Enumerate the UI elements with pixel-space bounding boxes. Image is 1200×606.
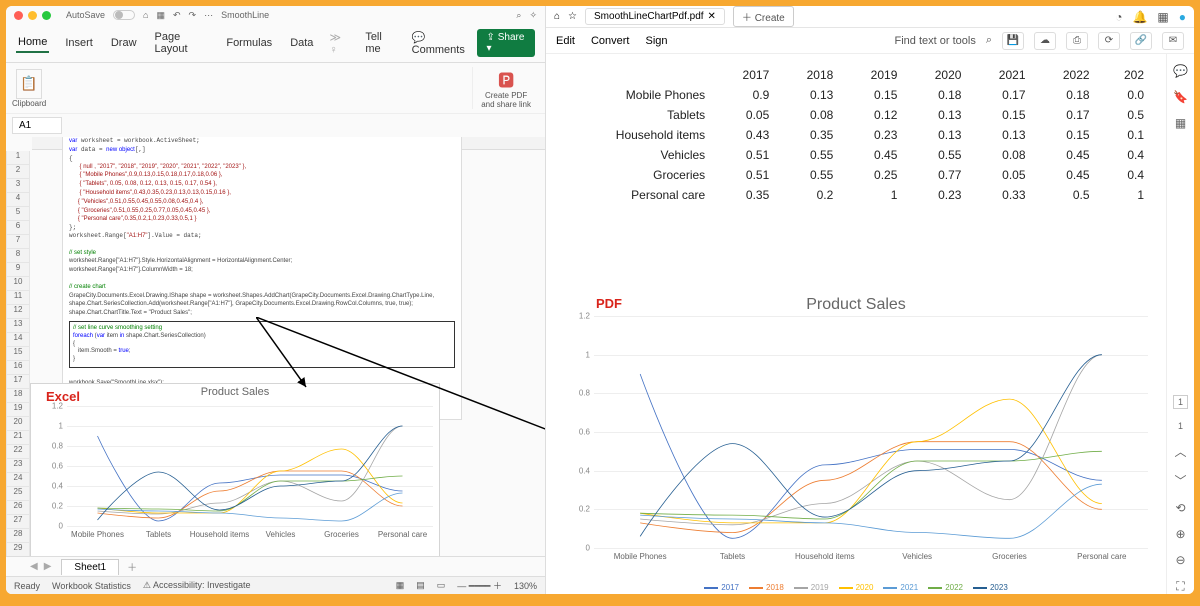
redo-icon[interactable]: ↷ — [189, 10, 197, 21]
view-page-layout-icon[interactable]: ▤ — [416, 580, 425, 591]
view-normal-icon[interactable]: ▦ — [396, 580, 405, 591]
undo-icon[interactable]: ↶ — [173, 10, 181, 21]
excel-badge: Excel — [46, 389, 80, 404]
excel-window: AutoSave ⌂ ▦ ↶ ↷ ⋯ SmoothLine ⌕ ✧ Home I… — [6, 6, 546, 594]
autosave-toggle[interactable] — [113, 10, 135, 20]
share-button[interactable]: ⇪ Share ▾ — [477, 29, 535, 57]
clipboard-label: Clipboard — [12, 99, 46, 108]
account-icon[interactable]: ◔ — [1115, 10, 1122, 24]
pdf-home-icon[interactable]: ⌂ — [554, 11, 560, 22]
pdf-page: 201720182019202020212022202 Mobile Phone… — [546, 54, 1166, 594]
menu-sign[interactable]: Sign — [646, 35, 668, 47]
comments-button[interactable]: 💬 Comments — [412, 31, 471, 56]
worksheet-grid[interactable]: IJ 1234567891011121314151617181920212223… — [6, 137, 545, 556]
sheet-nav-prev[interactable]: ◀ — [30, 561, 38, 572]
page-up-icon[interactable]: ︿ — [1174, 443, 1186, 460]
sheet-tab[interactable]: Sheet1 — [61, 559, 119, 575]
status-accessibility[interactable]: ⚠ Accessibility: Investigate — [143, 580, 251, 591]
fit-icon[interactable]: ⛶ — [1176, 579, 1184, 594]
ribbon-tabs: Home Insert Draw Page Layout Formulas Da… — [6, 24, 545, 63]
autosave-label: AutoSave — [66, 10, 105, 20]
star-icon[interactable]: ☆ — [568, 11, 577, 22]
tab-draw[interactable]: Draw — [109, 34, 139, 52]
close-tab-icon[interactable]: ✕ — [708, 11, 716, 22]
pdf-chart: Product Sales00.20.40.60.811.2Mobile Pho… — [558, 294, 1154, 594]
create-button[interactable]: ＋ Create — [733, 6, 794, 27]
doc-name: SmoothLine — [221, 10, 269, 20]
menu-edit[interactable]: Edit — [556, 35, 575, 47]
print-icon[interactable]: ⎙ — [1066, 32, 1088, 50]
status-stats[interactable]: Workbook Statistics — [52, 581, 131, 591]
attachments-icon[interactable]: ▦ — [1175, 116, 1186, 130]
pdf-viewer: ⌂ ☆ SmoothLineChartPdf.pdf ✕ ＋ Create ◔ … — [546, 6, 1194, 594]
save-icon[interactable]: 💾 — [1002, 32, 1024, 50]
tell-me[interactable]: Tell me — [363, 28, 397, 58]
bell-icon[interactable]: 🔔 — [1132, 10, 1147, 24]
status-ready: Ready — [14, 581, 40, 591]
add-sheet-button[interactable]: ＋ — [119, 557, 145, 576]
minimize-icon[interactable] — [28, 11, 37, 20]
pdf-badge: PDF — [596, 296, 622, 311]
page-down-icon[interactable]: ﹀ — [1174, 472, 1186, 489]
create-pdf-button[interactable]: 🅿 Create PDF and share link — [472, 67, 539, 109]
copilot-icon[interactable]: ✧ — [529, 10, 537, 21]
zoom-in-icon[interactable]: ⊕ — [1175, 527, 1185, 541]
save-icon[interactable]: ⌂ — [143, 10, 148, 20]
home-qat-icon[interactable]: ▦ — [156, 10, 165, 21]
tab-insert[interactable]: Insert — [63, 34, 95, 52]
sheet-nav-next[interactable]: ▶ — [44, 561, 52, 572]
find-label: Find text or tools — [895, 35, 976, 47]
tab-page-layout[interactable]: Page Layout — [153, 28, 211, 58]
maximize-icon[interactable] — [42, 11, 51, 20]
view-page-break-icon[interactable]: ▭ — [437, 580, 446, 591]
zoom-out-icon[interactable]: ⊖ — [1175, 553, 1185, 567]
comment-panel-icon[interactable]: 💬 — [1173, 64, 1188, 78]
search-icon[interactable]: ⌕ — [986, 34, 992, 47]
tab-data[interactable]: Data — [288, 34, 315, 52]
zoom-level[interactable]: 130% — [514, 581, 537, 591]
mac-traffic-lights: AutoSave ⌂ ▦ ↶ ↷ ⋯ SmoothLine ⌕ ✧ — [6, 6, 545, 24]
paste-icon[interactable]: 📋 — [16, 69, 42, 99]
menu-convert[interactable]: Convert — [591, 35, 630, 47]
name-box[interactable] — [12, 117, 62, 134]
link-icon[interactable]: 🔗 — [1130, 32, 1152, 50]
tab-home[interactable]: Home — [16, 33, 49, 53]
refresh-icon[interactable]: ⟲ — [1175, 501, 1185, 515]
page-num[interactable]: 1 — [1173, 395, 1188, 409]
bookmark-panel-icon[interactable]: 🔖 — [1173, 90, 1188, 104]
pdf-icon: 🅿 — [498, 67, 514, 91]
apps-icon[interactable]: ▦ — [1157, 10, 1168, 24]
pdf-file-tab[interactable]: SmoothLineChartPdf.pdf ✕ — [585, 8, 725, 25]
share-icon[interactable]: ✉ — [1162, 32, 1184, 50]
tab-formulas[interactable]: Formulas — [224, 34, 274, 52]
search-icon[interactable]: ⌕ — [516, 10, 521, 21]
data-table: 201720182019202020212022202 Mobile Phone… — [558, 64, 1154, 206]
rotate-icon[interactable]: ⟳ — [1098, 32, 1120, 50]
close-icon[interactable] — [14, 11, 23, 20]
profile-avatar[interactable]: ● — [1179, 10, 1186, 24]
cloud-upload-icon[interactable]: ☁ — [1034, 32, 1056, 50]
